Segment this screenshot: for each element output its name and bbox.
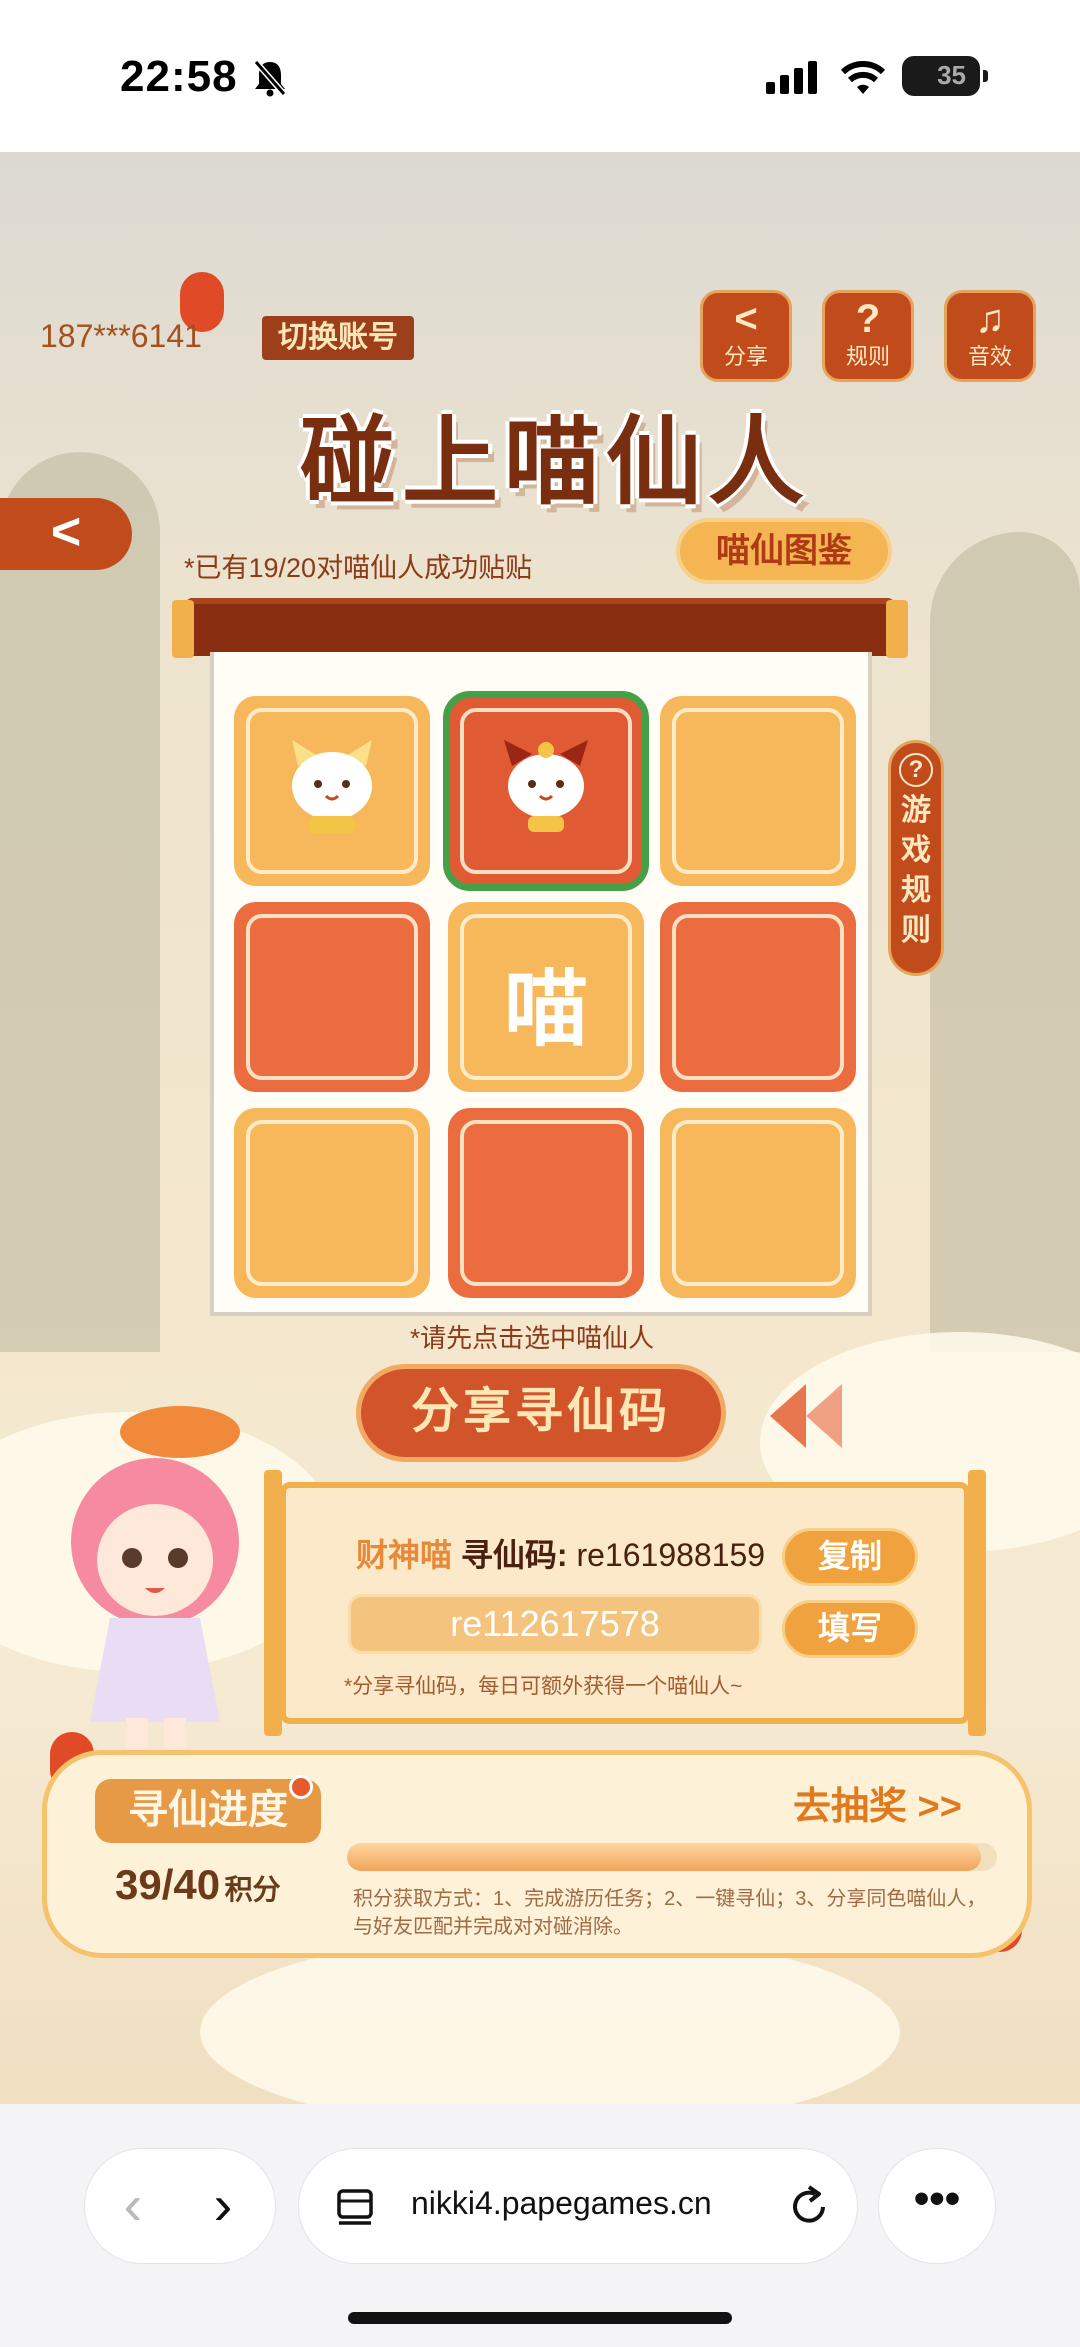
progress-card: 寻仙进度 39/40 积分 去抽奖 >> 积分获取方式：1、完成游历任务；2、一… (42, 1750, 1032, 1958)
select-hint: *请先点击选中喵仙人 (410, 1323, 655, 1353)
tile-6[interactable] (660, 902, 856, 1092)
share-button[interactable]: < 分享 (700, 290, 792, 382)
copy-button[interactable]: 复制 (782, 1528, 918, 1586)
back-button[interactable]: < (0, 498, 132, 570)
share-code-hint: *分享寻仙码，每日可额外获得一个喵仙人~ (344, 1675, 743, 1698)
progress-title: 寻仙进度 (95, 1779, 321, 1843)
status-time: 22:58 (120, 52, 238, 101)
my-code-value: re161988159 (576, 1537, 766, 1573)
battery-icon: 35 (902, 56, 988, 96)
lottery-link[interactable]: 去抽奖 >> (793, 1775, 962, 1830)
tile-miao-text: 喵 (503, 962, 588, 1056)
tile-2-selected[interactable] (443, 691, 649, 891)
bell-muted-icon (253, 60, 287, 97)
scroll-rod (172, 598, 908, 658)
tile-board: 喵 (210, 652, 872, 1316)
friend-code-input[interactable]: re112617578 (348, 1594, 762, 1654)
game-title: 碰上喵仙人 (300, 409, 810, 516)
game-area: 187***6141 切换账号 < 分享 ? 规则 ♫ 音效 碰上喵仙人 < *… (0, 152, 1080, 2104)
cellular-signal-icon (766, 61, 817, 94)
tile-9[interactable] (660, 1108, 856, 1298)
character-illustration (71, 1406, 240, 1758)
back-arrow-icon[interactable]: ‹ (107, 2175, 159, 2239)
nav-buttons: ‹ › (84, 2148, 276, 2264)
progress-bar-fill (347, 1843, 981, 1871)
tile-7[interactable] (234, 1108, 430, 1298)
sound-button[interactable]: ♫ 音效 (944, 290, 1036, 382)
browser-toolbar: ‹ › nikki4.papegames.cn ••• (0, 2104, 1080, 2347)
score-unit: 积分 (224, 1874, 281, 1905)
account-id: 187***6141 (40, 318, 202, 354)
game-rules-tab[interactable]: ? 游戏规则 (888, 740, 944, 976)
more-options-button[interactable]: ••• (878, 2148, 996, 2264)
battery-level: 35 (937, 60, 966, 90)
home-indicator (348, 2312, 732, 2324)
sound-label: 音效 (967, 344, 1012, 369)
share-label: 分享 (723, 344, 768, 369)
url-text: nikki4.papegames.cn (411, 2185, 712, 2221)
rules-button[interactable]: ? 规则 (822, 290, 914, 382)
progress-bar (347, 1843, 997, 1871)
cat-icon (504, 740, 588, 832)
cat-icon (292, 740, 372, 834)
chevron-left-icon: < (50, 503, 82, 561)
more-icon: ••• (913, 2174, 961, 2223)
status-bar: 22:58 35 (0, 0, 1080, 152)
my-code-label: 财神喵 寻仙码: re161988159 (356, 1537, 766, 1573)
tile-5[interactable]: 喵 (448, 902, 644, 1092)
question-icon: ? (899, 753, 933, 787)
double-arrow-left-icon (770, 1384, 842, 1448)
wifi-icon (840, 61, 886, 94)
character-name: 财神喵 (356, 1537, 453, 1573)
rules-icon: ? (855, 297, 881, 341)
share-icon: < (734, 297, 758, 341)
tabs-icon[interactable] (335, 2187, 375, 2227)
background-mountain (930, 532, 1080, 1352)
score-value: 39/40 (115, 1861, 221, 1908)
share-code-button[interactable]: 分享寻仙码 (356, 1364, 726, 1462)
fill-button[interactable]: 填写 (782, 1600, 918, 1658)
notification-dot (289, 1775, 313, 1799)
points-rules-text: 积分获取方式：1、完成游历任务；2、一键寻仙；3、分享同色喵仙人，与好友匹配并完… (353, 1888, 987, 1938)
tile-8[interactable] (448, 1108, 644, 1298)
codex-button[interactable]: 喵仙图鉴 (676, 518, 892, 584)
game-rules-label: 游戏规则 (901, 794, 931, 947)
rules-label: 规则 (845, 344, 890, 369)
code-key: 寻仙码 (460, 1537, 557, 1573)
score: 39/40 积分 (115, 1861, 281, 1909)
background-mountain (0, 452, 160, 1352)
tile-1[interactable] (234, 696, 430, 886)
paired-count-text: *已有19/20对喵仙人成功贴贴 (184, 553, 533, 583)
reload-icon[interactable] (785, 2181, 833, 2233)
switch-account-button[interactable]: 切换账号 (262, 316, 414, 360)
sound-icon: ♫ (975, 297, 1005, 341)
tile-3[interactable] (660, 696, 856, 886)
tile-4[interactable] (234, 902, 430, 1092)
address-bar[interactable]: nikki4.papegames.cn (298, 2148, 858, 2264)
forward-arrow-icon[interactable]: › (197, 2175, 249, 2239)
code-panel: 财神喵 寻仙码: re161988159 re112617578 复制 填写 *… (264, 1470, 986, 1736)
